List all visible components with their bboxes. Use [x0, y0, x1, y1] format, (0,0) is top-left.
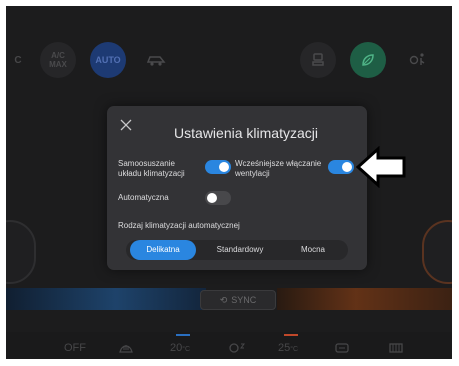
left-edge-label: C [14, 54, 22, 66]
option-early-ventilation-line2: wentylacji [235, 169, 270, 178]
eco-button[interactable] [350, 42, 386, 78]
toggle-knob [219, 162, 229, 172]
off-button[interactable]: OFF [64, 342, 86, 354]
right-temp-slider[interactable] [277, 288, 452, 310]
automatic-toggle[interactable] [205, 191, 231, 205]
auto-label: AUTO [95, 55, 121, 65]
heated-seat-button[interactable] [300, 42, 336, 78]
fan-speed-icon[interactable] [228, 342, 246, 357]
self-drying-toggle[interactable] [205, 160, 231, 174]
left-temp-slider[interactable] [6, 288, 206, 310]
dialog-title: Ustawienia klimatyzacji [174, 125, 318, 141]
option-self-drying-line2: układu klimatyzacji [118, 169, 185, 178]
toggle-knob [207, 193, 217, 203]
left-temp-unit: °C [182, 346, 191, 353]
eco-leaf-icon [362, 54, 374, 66]
ac-max-button[interactable]: A/C MAX [40, 42, 76, 78]
auto-mode-selector: Delikatna Standardowy Mocna [126, 240, 348, 260]
right-temp-unit: °C [290, 346, 299, 353]
option-early-ventilation-label: Wcześniejsze włączanie wentylacji [235, 159, 321, 179]
climate-settings-dialog: Ustawienia klimatyzacji Samoosuszanie uk… [107, 106, 367, 270]
left-temp-indicator [176, 334, 190, 336]
heated-seat-icon [312, 53, 324, 66]
mode-option-standardowy[interactable]: Standardowy [202, 240, 278, 260]
rear-defrost-icon[interactable] [334, 342, 350, 357]
car-recirculation-button[interactable] [138, 42, 174, 78]
ac-max-label-line2: MAX [49, 60, 67, 69]
option-self-drying-line1: Samoosuszanie [118, 159, 175, 168]
ac-max-label-line1: A/C [51, 51, 65, 60]
seat-heat-icon[interactable] [388, 342, 404, 357]
left-temp-number: 20 [170, 342, 183, 354]
right-temp-dial[interactable] [422, 220, 452, 284]
right-temp-value[interactable]: 25°C [278, 342, 298, 354]
fan-person-icon [409, 53, 425, 65]
option-automatic-label: Automatyczna [118, 193, 169, 202]
left-temp-value[interactable]: 20°C [170, 342, 190, 354]
option-early-ventilation-line1: Wcześniejsze włączanie [235, 159, 322, 168]
right-temp-number: 25 [278, 342, 291, 354]
fan-person-button[interactable] [400, 42, 436, 78]
sync-label: SYNC [231, 295, 257, 305]
left-temp-dial[interactable] [6, 220, 36, 284]
option-self-drying-label: Samoosuszanie układu klimatyzacji [118, 159, 185, 179]
early-ventilation-toggle[interactable] [328, 160, 354, 174]
defrost-icon[interactable] [118, 342, 134, 357]
sync-button[interactable]: ⟲ SYNC [200, 290, 276, 310]
right-temp-indicator [284, 334, 298, 336]
toggle-knob [342, 162, 352, 172]
auto-button[interactable]: AUTO [90, 42, 126, 78]
car-recirculation-icon [146, 56, 166, 66]
top-left-edge-button[interactable]: C [6, 42, 30, 78]
sync-icon: ⟲ [219, 294, 228, 305]
mode-option-mocna[interactable]: Mocna [282, 240, 344, 260]
climate-screen: C A/C MAX AUTO ⟲ SYNC OFF 20°C 25°C Usta… [6, 6, 452, 359]
mode-option-delikatna[interactable]: Delikatna [130, 240, 196, 260]
callout-arrow-icon [356, 146, 406, 188]
auto-mode-section-label: Rodzaj klimatyzacji automatycznej [118, 221, 240, 230]
